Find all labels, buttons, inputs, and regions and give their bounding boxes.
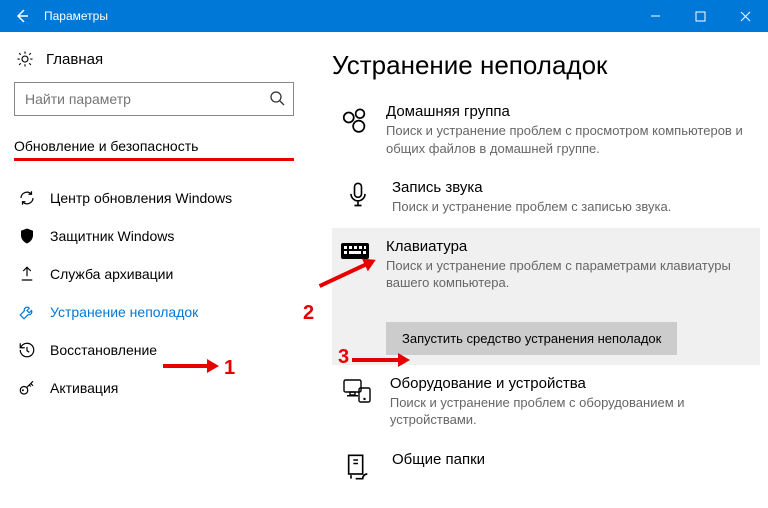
- troubleshooter-desc: Поиск и устранение проблем с записью зву…: [392, 198, 752, 216]
- minimize-button[interactable]: [633, 0, 678, 32]
- search-icon: [269, 90, 285, 106]
- sidebar-item-troubleshoot[interactable]: Устранение неполадок: [14, 293, 294, 331]
- sidebar-item-label: Защитник Windows: [50, 228, 174, 244]
- sidebar-item-recovery[interactable]: Восстановление: [14, 331, 294, 369]
- troubleshooter-audio-record[interactable]: Запись звука Поиск и устранение проблем …: [332, 169, 760, 228]
- sidebar-nav: Центр обновления Windows Защитник Window…: [14, 179, 294, 407]
- hardware-icon: [340, 375, 374, 429]
- troubleshooter-shared-folders[interactable]: Общие папки: [332, 441, 760, 493]
- sidebar-item-label: Устранение неполадок: [50, 304, 198, 320]
- troubleshooter-hardware[interactable]: Оборудование и устройства Поиск и устран…: [332, 365, 760, 441]
- window-title: Параметры: [44, 9, 633, 23]
- sidebar-item-label: Центр обновления Windows: [50, 190, 232, 206]
- troubleshooter-desc: Поиск и устранение проблем с параметрами…: [386, 257, 752, 292]
- key-icon: [18, 379, 36, 397]
- troubleshooter-title: Клавиатура: [386, 238, 752, 255]
- shared-folder-icon: [340, 451, 376, 481]
- annotation-underline: [14, 158, 294, 161]
- upload-icon: [18, 265, 36, 283]
- sidebar: Главная Обновление и безопасность Центр …: [0, 32, 308, 508]
- back-button[interactable]: [8, 2, 36, 30]
- troubleshooter-title: Домашняя группа: [386, 103, 752, 120]
- run-troubleshooter-button[interactable]: Запустить средство устранения неполадок: [386, 322, 677, 355]
- sidebar-item-label: Активация: [50, 380, 118, 396]
- search-input[interactable]: [25, 91, 261, 107]
- microphone-icon: [340, 179, 376, 216]
- sidebar-item-label: Служба архивации: [50, 266, 173, 282]
- sidebar-home[interactable]: Главная: [16, 50, 294, 68]
- shield-icon: [18, 227, 36, 245]
- wrench-icon: [18, 303, 36, 321]
- sidebar-item-activation[interactable]: Активация: [14, 369, 294, 407]
- homegroup-icon: [340, 103, 370, 157]
- main-panel: Устранение неполадок Домашняя группа Пои…: [308, 32, 768, 508]
- troubleshooter-keyboard[interactable]: Клавиатура Поиск и устранение проблем с …: [332, 228, 760, 304]
- close-button[interactable]: [723, 0, 768, 32]
- keyboard-icon: [340, 238, 370, 292]
- troubleshooter-title: Запись звука: [392, 179, 752, 196]
- sidebar-item-defender[interactable]: Защитник Windows: [14, 217, 294, 255]
- run-button-row: Запустить средство устранения неполадок: [332, 304, 760, 365]
- sidebar-item-backup[interactable]: Служба архивации: [14, 255, 294, 293]
- maximize-button[interactable]: [678, 0, 723, 32]
- sync-icon: [18, 189, 36, 207]
- search-input-wrap[interactable]: [14, 82, 294, 116]
- troubleshooter-desc: Поиск и устранение проблем с оборудовани…: [390, 394, 752, 429]
- troubleshooter-title: Общие папки: [392, 451, 752, 468]
- gear-icon: [16, 50, 34, 68]
- titlebar: Параметры: [0, 0, 768, 32]
- troubleshooter-homegroup[interactable]: Домашняя группа Поиск и устранение пробл…: [332, 93, 760, 169]
- sidebar-home-label: Главная: [46, 51, 103, 68]
- troubleshooter-title: Оборудование и устройства: [390, 375, 752, 392]
- troubleshooter-desc: Поиск и устранение проблем с просмотром …: [386, 122, 752, 157]
- sidebar-item-windows-update[interactable]: Центр обновления Windows: [14, 179, 294, 217]
- sidebar-section-title: Обновление и безопасность: [14, 138, 294, 154]
- page-title: Устранение неполадок: [332, 50, 760, 81]
- history-icon: [18, 341, 36, 359]
- sidebar-item-label: Восстановление: [50, 342, 157, 358]
